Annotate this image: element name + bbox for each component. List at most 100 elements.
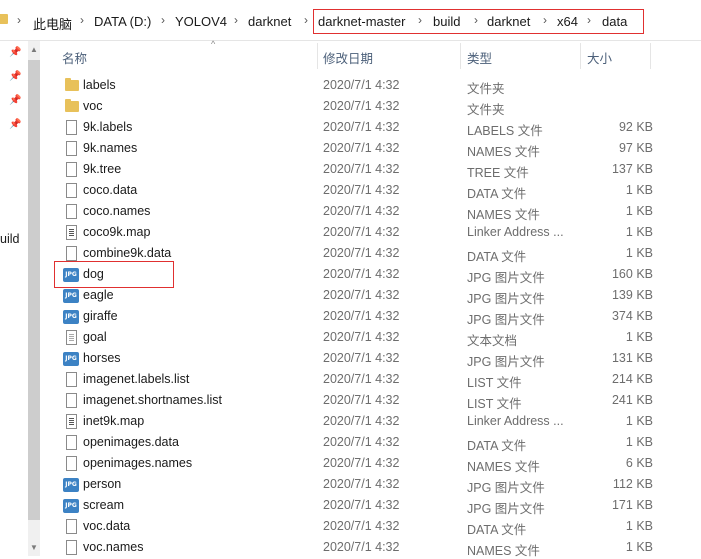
file-size: 1 KB bbox=[625, 435, 653, 449]
file-size: 1 KB bbox=[625, 519, 653, 533]
breadcrumb-darknet[interactable]: darknet bbox=[248, 14, 291, 29]
file-row[interactable]: voc.data 2020/7/1 4:32 DATA 文件 1 KB bbox=[54, 516, 701, 537]
file-type: LIST 文件 bbox=[467, 376, 522, 390]
nav-item-build[interactable]: uild bbox=[0, 232, 19, 246]
file-row[interactable]: JPG scream 2020/7/1 4:32 JPG 图片文件 171 KB bbox=[54, 495, 701, 516]
file-name: 9k.names bbox=[83, 141, 138, 155]
chevron-right-icon[interactable]: › bbox=[161, 13, 165, 27]
file-name: voc.names bbox=[83, 540, 144, 554]
address-bar[interactable]: › 此电脑 › DATA (D:) › YOLOV4 › darknet › d… bbox=[0, 0, 701, 41]
column-divider[interactable] bbox=[317, 43, 318, 69]
file-highlight-box bbox=[54, 261, 174, 288]
file-name: coco.names bbox=[83, 204, 151, 218]
file-size: 171 KB bbox=[611, 498, 653, 512]
text-file-icon bbox=[66, 330, 77, 345]
file-type: DATA 文件 bbox=[467, 523, 527, 537]
chevron-right-icon[interactable]: › bbox=[234, 13, 238, 27]
file-row[interactable]: voc.names 2020/7/1 4:32 NAMES 文件 1 KB bbox=[54, 537, 701, 558]
column-type[interactable]: 类型 bbox=[467, 48, 492, 67]
pin-icon[interactable]: 📌 bbox=[9, 119, 21, 131]
column-date[interactable]: 修改日期 bbox=[323, 48, 373, 67]
file-type: NAMES 文件 bbox=[467, 208, 540, 222]
column-divider[interactable] bbox=[580, 43, 581, 69]
breadcrumb-yolov4[interactable]: YOLOV4 bbox=[175, 14, 227, 29]
file-size: 137 KB bbox=[611, 162, 653, 176]
chevron-right-icon[interactable]: › bbox=[304, 13, 308, 27]
file-name: eagle bbox=[83, 288, 114, 302]
file-type: DATA 文件 bbox=[467, 439, 527, 453]
column-name[interactable]: 名称 bbox=[62, 48, 87, 67]
file-row[interactable]: imagenet.labels.list 2020/7/1 4:32 LIST 文件… bbox=[54, 369, 701, 390]
file-type: TREE 文件 bbox=[467, 166, 529, 180]
column-header: 名称 ^ 修改日期 类型 大小 bbox=[54, 39, 701, 71]
file-row[interactable]: 9k.names 2020/7/1 4:32 NAMES 文件 97 KB bbox=[54, 138, 701, 159]
pin-icon[interactable]: 📌 bbox=[9, 71, 21, 83]
file-date: 2020/7/1 4:32 bbox=[323, 330, 400, 344]
file-type: NAMES 文件 bbox=[467, 460, 540, 474]
file-date: 2020/7/1 4:32 bbox=[323, 519, 400, 533]
file-date: 2020/7/1 4:32 bbox=[323, 309, 400, 323]
file-row[interactable]: coco9k.map 2020/7/1 4:32 Linker Address ..… bbox=[54, 222, 701, 243]
file-row[interactable]: JPG giraffe 2020/7/1 4:32 JPG 图片文件 374 KB bbox=[54, 306, 701, 327]
file-row[interactable]: JPG horses 2020/7/1 4:32 JPG 图片文件 131 KB bbox=[54, 348, 701, 369]
file-name: openimages.data bbox=[83, 435, 179, 449]
file-date: 2020/7/1 4:32 bbox=[323, 351, 400, 365]
jpg-icon: JPG bbox=[63, 499, 79, 513]
file-type: LABELS 文件 bbox=[467, 124, 543, 138]
file-icon bbox=[66, 141, 77, 156]
pin-icon[interactable]: 📌 bbox=[9, 47, 21, 59]
pin-icon[interactable]: 📌 bbox=[9, 95, 21, 107]
file-row[interactable]: openimages.names 2020/7/1 4:32 NAMES 文件 6 K… bbox=[54, 453, 701, 474]
file-row[interactable]: 9k.tree 2020/7/1 4:32 TREE 文件 137 KB bbox=[54, 159, 701, 180]
file-icon bbox=[66, 204, 77, 219]
map-file-icon bbox=[66, 225, 77, 240]
scroll-down-icon[interactable]: ▼ bbox=[28, 542, 40, 554]
chevron-right-icon[interactable]: › bbox=[17, 13, 21, 27]
file-row[interactable]: 9k.labels 2020/7/1 4:32 LABELS 文件 92 KB bbox=[54, 117, 701, 138]
file-row[interactable]: inet9k.map 2020/7/1 4:32 Linker Address ..… bbox=[54, 411, 701, 432]
file-type: JPG 图片文件 bbox=[467, 271, 545, 285]
breadcrumb-data-drive[interactable]: DATA (D:) bbox=[94, 14, 151, 29]
column-size[interactable]: 大小 bbox=[587, 48, 612, 67]
file-size: 131 KB bbox=[611, 351, 653, 365]
file-name: coco9k.map bbox=[83, 225, 151, 239]
jpg-icon: JPG bbox=[63, 289, 79, 303]
chevron-right-icon[interactable]: › bbox=[80, 13, 84, 27]
file-date: 2020/7/1 4:32 bbox=[323, 456, 400, 470]
file-type: NAMES 文件 bbox=[467, 544, 540, 558]
file-type: LIST 文件 bbox=[467, 397, 522, 411]
file-row[interactable]: labels 2020/7/1 4:32 文件夹 bbox=[54, 75, 701, 96]
file-row[interactable]: coco.data 2020/7/1 4:32 DATA 文件 1 KB bbox=[54, 180, 701, 201]
file-type: JPG 图片文件 bbox=[467, 292, 545, 306]
nav-scrollbar-thumb[interactable] bbox=[28, 60, 40, 520]
scroll-up-icon[interactable]: ▲ bbox=[28, 44, 40, 56]
file-type: DATA 文件 bbox=[467, 187, 527, 201]
file-size: 214 KB bbox=[611, 372, 653, 386]
file-date: 2020/7/1 4:32 bbox=[323, 162, 400, 176]
file-row[interactable]: coco.names 2020/7/1 4:32 NAMES 文件 1 KB bbox=[54, 201, 701, 222]
file-name: goal bbox=[83, 330, 107, 344]
file-row[interactable]: openimages.data 2020/7/1 4:32 DATA 文件 1 KB bbox=[54, 432, 701, 453]
file-row[interactable]: imagenet.shortnames.list 2020/7/1 4:32 LIS… bbox=[54, 390, 701, 411]
file-name: 9k.tree bbox=[83, 162, 122, 176]
file-row[interactable]: JPG eagle 2020/7/1 4:32 JPG 图片文件 139 KB bbox=[54, 285, 701, 306]
file-date: 2020/7/1 4:32 bbox=[323, 141, 400, 155]
file-type: JPG 图片文件 bbox=[467, 355, 545, 369]
breadcrumb-this-pc[interactable]: 此电脑 bbox=[33, 14, 72, 33]
file-row[interactable]: goal 2020/7/1 4:32 文本文档 1 KB bbox=[54, 327, 701, 348]
file-date: 2020/7/1 4:32 bbox=[323, 477, 400, 491]
file-name: scream bbox=[83, 498, 124, 512]
file-size: 112 KB bbox=[612, 477, 653, 491]
file-icon bbox=[66, 519, 77, 534]
file-date: 2020/7/1 4:32 bbox=[323, 267, 400, 281]
file-size: 1 KB bbox=[625, 414, 653, 428]
column-divider[interactable] bbox=[650, 43, 651, 69]
file-icon bbox=[66, 372, 77, 387]
file-row[interactable]: voc 2020/7/1 4:32 文件夹 bbox=[54, 96, 701, 117]
column-divider[interactable] bbox=[460, 43, 461, 69]
file-name: imagenet.shortnames.list bbox=[83, 393, 222, 407]
file-size: 1 KB bbox=[625, 540, 653, 554]
file-row[interactable]: JPG person 2020/7/1 4:32 JPG 图片文件 112 KB bbox=[54, 474, 701, 495]
file-name: voc bbox=[83, 99, 103, 113]
file-date: 2020/7/1 4:32 bbox=[323, 393, 400, 407]
